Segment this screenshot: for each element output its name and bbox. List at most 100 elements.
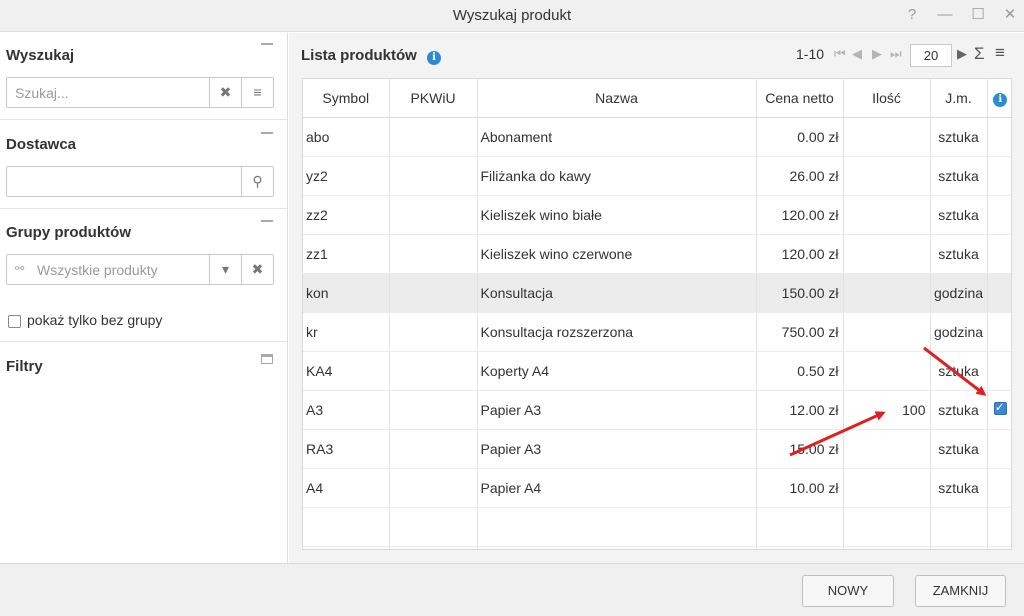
price-cell: 12.00 zł: [756, 390, 844, 430]
table-row[interactable]: kon Konsultacja 150.00 zł godzina: [303, 273, 1011, 313]
qty-cell[interactable]: [843, 195, 931, 235]
unit-cell: sztuka: [930, 156, 988, 196]
select-cell[interactable]: [987, 156, 1011, 196]
select-cell[interactable]: [987, 312, 1011, 352]
select-cell[interactable]: [987, 546, 1011, 549]
maximize-icon[interactable]: ☐: [966, 4, 990, 26]
pkwiu-cell: [389, 429, 478, 469]
col-info[interactable]: i: [987, 79, 1011, 118]
table-row[interactable]: A4 Papier A4 10.00 zł sztuka: [303, 468, 1011, 508]
table-row[interactable]: A3 Papier A3 12.00 zł 100 sztuka: [303, 390, 1011, 430]
qty-cell[interactable]: [843, 234, 931, 274]
table-row[interactable]: [303, 546, 1011, 549]
select-cell[interactable]: [987, 195, 1011, 235]
help-icon[interactable]: ?: [900, 4, 924, 26]
price-cell: 750.00 zł: [756, 312, 844, 352]
select-cell[interactable]: [987, 507, 1011, 547]
info-icon[interactable]: i: [993, 92, 1008, 107]
qty-cell[interactable]: [843, 468, 931, 508]
collapse-groups-icon[interactable]: [261, 220, 273, 222]
first-page-icon[interactable]: ⏮: [834, 46, 846, 62]
table-row[interactable]: RA3 Papier A3 15.00 zł sztuka: [303, 429, 1011, 469]
info-icon[interactable]: i: [427, 51, 442, 65]
filter-panel: Wyszukaj Szukaj... ✖ ≡ Dostawca ⚲ Grupy …: [0, 33, 288, 563]
list-menu-icon[interactable]: ≡: [995, 43, 1005, 63]
search-options-icon[interactable]: ≡: [241, 78, 273, 107]
prev-page-icon[interactable]: ◀: [852, 46, 862, 62]
name-cell: Filiżanka do kawy: [477, 156, 757, 196]
name-cell: Kieliszek wino białe: [477, 195, 757, 235]
supplier-search-icon[interactable]: ⚲: [241, 167, 273, 196]
col-unit[interactable]: J.m.: [930, 79, 988, 118]
collapse-supplier-icon[interactable]: [261, 132, 273, 134]
col-pkwiu[interactable]: PKWiU: [389, 79, 478, 118]
select-cell[interactable]: [987, 468, 1011, 508]
close-icon[interactable]: ✕: [998, 4, 1022, 26]
last-page-icon[interactable]: ⏭: [890, 46, 902, 62]
chevron-down-icon[interactable]: ▾: [209, 255, 241, 284]
select-cell[interactable]: [987, 273, 1011, 313]
supplier-section-title: Dostawca: [6, 136, 77, 153]
next-page-icon[interactable]: ▶: [872, 46, 882, 62]
select-cell[interactable]: [987, 429, 1011, 469]
qty-cell[interactable]: [843, 507, 931, 547]
unit-cell: godzina: [930, 273, 988, 313]
search-placeholder: Szukaj...: [15, 85, 69, 101]
table-row[interactable]: abo Abonament 0.00 zł sztuka: [303, 117, 1011, 157]
footer-bar: NOWY ZAMKNIJ: [0, 563, 1024, 616]
only-no-group-checkbox[interactable]: [8, 315, 21, 328]
only-no-group-label: pokaż tylko bez grupy: [27, 312, 163, 328]
unit-cell: godzina: [930, 312, 988, 352]
price-cell: 0.50 zł: [756, 351, 844, 391]
qty-cell[interactable]: [843, 156, 931, 196]
qty-cell[interactable]: 100: [843, 390, 931, 430]
divider: [0, 208, 287, 209]
name-cell: Papier A3: [477, 390, 757, 430]
list-title-text: Lista produktów: [301, 47, 417, 64]
search-input[interactable]: Szukaj... ✖ ≡: [6, 77, 274, 108]
group-select[interactable]: ⚯ Wszystkie produkty ▾ ✖: [6, 254, 274, 285]
sum-icon[interactable]: Σ: [974, 44, 985, 64]
symbol-cell: KA4: [303, 351, 390, 391]
select-cell[interactable]: [987, 117, 1011, 157]
select-cell[interactable]: [987, 351, 1011, 391]
qty-cell[interactable]: [843, 546, 931, 549]
col-qty[interactable]: Ilość: [843, 79, 931, 118]
col-name[interactable]: Nazwa: [477, 79, 757, 118]
table-row[interactable]: KA4 Koperty A4 0.50 zł sztuka: [303, 351, 1011, 391]
select-checkbox[interactable]: [993, 400, 1007, 415]
pkwiu-cell: [389, 312, 478, 352]
table-row[interactable]: [303, 507, 1011, 547]
table-row[interactable]: yz2 Filiżanka do kawy 26.00 zł sztuka: [303, 156, 1011, 196]
qty-cell[interactable]: [843, 429, 931, 469]
table-row[interactable]: kr Konsultacja rozszerzona 750.00 zł godzin…: [303, 312, 1011, 352]
symbol-cell: A3: [303, 390, 390, 430]
select-cell[interactable]: [987, 390, 1011, 430]
unit-cell: sztuka: [930, 234, 988, 274]
close-button[interactable]: ZAMKNIJ: [915, 575, 1006, 607]
qty-cell[interactable]: [843, 351, 931, 391]
pkwiu-cell: [389, 546, 478, 549]
qty-cell[interactable]: [843, 312, 931, 352]
page-size-input[interactable]: 20: [910, 44, 952, 67]
symbol-cell: kr: [303, 312, 390, 352]
expand-filters-icon[interactable]: [261, 354, 273, 364]
select-cell[interactable]: [987, 234, 1011, 274]
table-row[interactable]: zz2 Kieliszek wino białe 120.00 zł sztuka: [303, 195, 1011, 235]
table-row[interactable]: zz1 Kieliszek wino czerwone 120.00 zł sztuk…: [303, 234, 1011, 274]
price-cell: 120.00 zł: [756, 195, 844, 235]
qty-cell[interactable]: [843, 273, 931, 313]
minimize-icon[interactable]: —: [933, 4, 957, 26]
col-symbol[interactable]: Symbol: [303, 79, 390, 118]
supplier-input[interactable]: ⚲: [6, 166, 274, 197]
page-size-apply-icon[interactable]: ▶: [957, 46, 967, 62]
clear-group-icon[interactable]: ✖: [241, 255, 273, 284]
clear-search-icon[interactable]: ✖: [209, 78, 241, 107]
new-button[interactable]: NOWY: [802, 575, 894, 607]
divider: [0, 119, 287, 120]
col-price[interactable]: Cena netto: [756, 79, 844, 118]
qty-cell[interactable]: [843, 117, 931, 157]
symbol-cell: RA3: [303, 429, 390, 469]
pkwiu-cell: [389, 390, 478, 430]
collapse-search-icon[interactable]: [261, 43, 273, 45]
